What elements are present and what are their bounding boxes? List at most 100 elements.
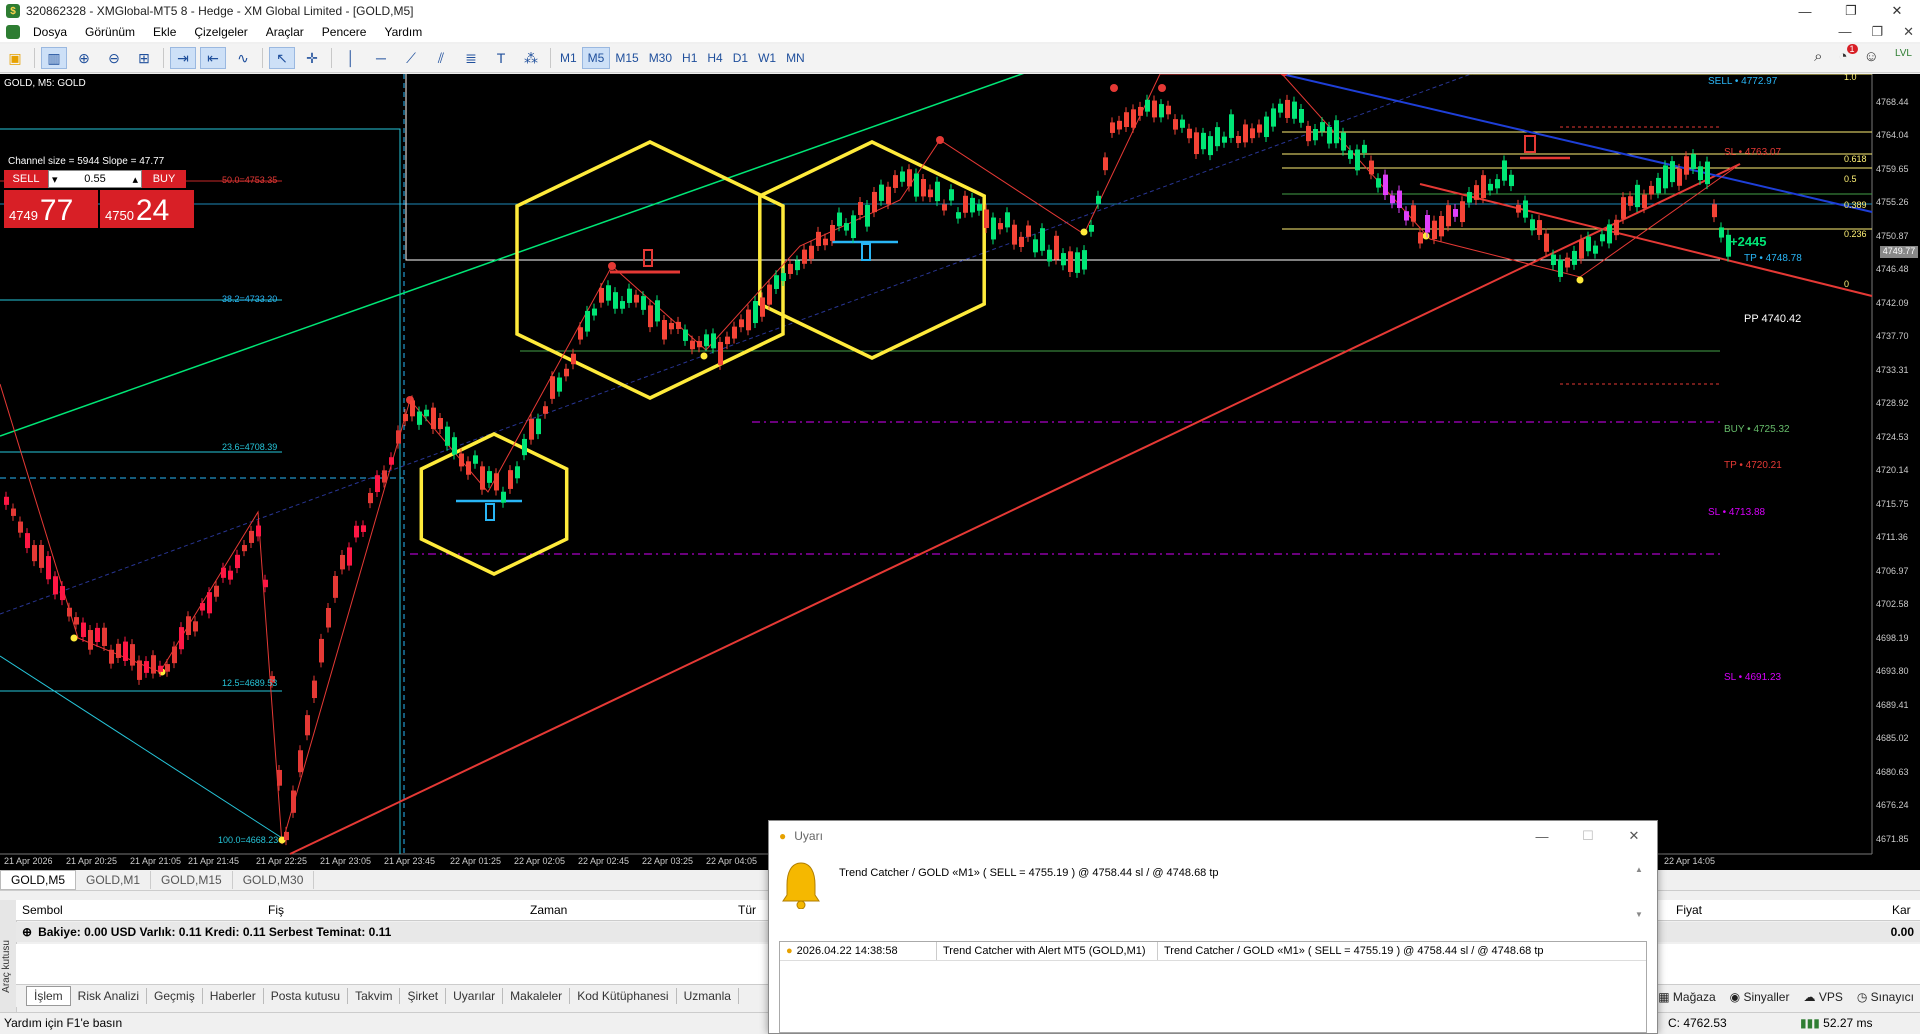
candle-body <box>102 627 107 646</box>
candle-body <box>81 622 86 638</box>
menu-tools[interactable]: Araçlar <box>257 25 313 39</box>
sell-button[interactable]: SELL <box>4 170 48 188</box>
candle-body <box>1355 149 1360 171</box>
buy-price[interactable]: 4750 24 <box>100 190 194 228</box>
col-profit[interactable]: Kar <box>1892 903 1911 917</box>
chart-shift-icon[interactable]: ⇤ <box>200 47 226 69</box>
timeframe-h1[interactable]: H1 <box>677 48 702 68</box>
alert-close-button[interactable]: ✕ <box>1611 821 1657 851</box>
tab-history[interactable]: Geçmiş <box>147 988 203 1004</box>
candle-body <box>928 189 933 198</box>
grid-icon[interactable]: ⊞ <box>131 47 157 69</box>
alert-message-scrollbar[interactable]: ▲ ▼ <box>1635 865 1645 925</box>
crosshair-icon[interactable]: ✛ <box>299 47 325 69</box>
candle-body <box>53 576 58 595</box>
vps-button[interactable]: ☁ VPS <box>1803 990 1842 1004</box>
lot-up-icon[interactable]: ▴ <box>129 173 141 186</box>
shapes-icon[interactable]: ⁂ <box>518 47 544 69</box>
fib-label-50: 50.0=4753.35 <box>222 175 278 185</box>
candle-body <box>998 223 1003 230</box>
menu-insert[interactable]: Ekle <box>144 25 185 39</box>
tab-news[interactable]: Haberler <box>203 988 264 1004</box>
tab-mailbox[interactable]: Posta kutusu <box>264 988 349 1004</box>
alerts-badge: 1 <box>1846 44 1858 54</box>
sell-price[interactable]: 4749 77 <box>4 190 98 228</box>
buy-button[interactable]: BUY <box>142 170 186 188</box>
chart-tab-gold-m30[interactable]: GOLD,M30 <box>233 871 315 889</box>
fibonacci-icon[interactable]: ≣ <box>458 47 484 69</box>
menu-help[interactable]: Yardım <box>375 25 431 39</box>
timeframe-d1[interactable]: D1 <box>728 48 753 68</box>
tab-code-base[interactable]: Kod Kütüphanesi <box>570 988 677 1004</box>
menu-view[interactable]: Görünüm <box>76 25 144 39</box>
balance-expand-icon[interactable]: ⊕ <box>22 925 32 939</box>
algo-trading-icon[interactable]: ▣ <box>2 47 28 69</box>
tab-alerts[interactable]: Uyarılar <box>446 988 504 1004</box>
level-icon[interactable]: LVL <box>1895 48 1912 65</box>
candle-body <box>788 263 793 274</box>
price-chart[interactable]: GOLD, M5: GOLD Channel size = 5944 Slope… <box>0 74 1920 870</box>
zoom-in-icon[interactable]: ⊕ <box>71 47 97 69</box>
menu-window[interactable]: Pencere <box>313 25 376 39</box>
vertical-line-icon[interactable]: │ <box>338 47 364 69</box>
tab-calendar[interactable]: Takvim <box>348 988 401 1004</box>
timeframe-h4[interactable]: H4 <box>702 48 727 68</box>
restore-button[interactable]: ❐ <box>1828 0 1874 22</box>
timeframe-m5[interactable]: M5 <box>581 47 611 69</box>
timeframe-m1[interactable]: M1 <box>555 48 582 68</box>
lot-input[interactable]: ▾ 0.55 ▴ <box>48 170 142 188</box>
candle-body <box>1215 127 1220 147</box>
market-button[interactable]: ▦ Mağaza <box>1658 990 1715 1004</box>
candles-icon[interactable]: ▥ <box>41 47 67 69</box>
candle-body <box>662 320 667 340</box>
account-icon[interactable]: ☺ <box>1864 48 1879 65</box>
timeframe-w1[interactable]: W1 <box>753 48 781 68</box>
timeframe-m30[interactable]: M30 <box>644 48 677 68</box>
cursor-icon[interactable]: ↖ <box>269 47 295 69</box>
autoscroll-icon[interactable]: ⇥ <box>170 47 196 69</box>
lot-down-icon[interactable]: ▾ <box>49 173 61 186</box>
chart-tab-gold-m5[interactable]: GOLD,M5 <box>0 870 77 890</box>
alert-history-row[interactable]: ● 2026.04.22 14:38:58 Trend Catcher with … <box>780 942 1646 961</box>
timeframe-m15[interactable]: M15 <box>610 48 643 68</box>
channel-icon[interactable]: ⫽ <box>428 47 454 69</box>
tab-articles[interactable]: Makaleler <box>503 988 571 1004</box>
chart-tab-gold-m1[interactable]: GOLD,M1 <box>76 871 152 889</box>
menu-charts[interactable]: Çizelgeler <box>185 25 256 39</box>
child-restore-icon[interactable]: ❐ <box>1871 24 1883 40</box>
tester-button[interactable]: ◷ Sınayıcı <box>1857 990 1914 1004</box>
search-icon[interactable]: ⌕ <box>1814 48 1822 65</box>
timeframe-mn[interactable]: MN <box>781 48 810 68</box>
candle-body <box>627 288 632 303</box>
trend-line-icon[interactable]: ⟋ <box>398 47 424 69</box>
tab-experts[interactable]: Uzmanla <box>677 988 739 1004</box>
col-time[interactable]: Zaman <box>530 903 567 917</box>
tab-trade[interactable]: İşlem <box>26 986 71 1006</box>
minimize-button[interactable]: — <box>1782 0 1828 22</box>
indicators-icon[interactable]: ∿ <box>230 47 256 69</box>
tab-company[interactable]: Şirket <box>400 988 447 1004</box>
alert-maximize-button[interactable]: ☐ <box>1565 821 1611 851</box>
col-ticket[interactable]: Fiş <box>268 903 284 917</box>
child-close-icon[interactable]: ✕ <box>1903 24 1914 40</box>
time-tick: 21 Apr 23:45 <box>384 856 436 866</box>
candle-body <box>1418 232 1423 244</box>
price-tick: 4671.85 <box>1876 833 1909 844</box>
child-minimize-icon[interactable]: — <box>1838 24 1851 40</box>
menu-file[interactable]: Dosya <box>24 25 76 39</box>
col-symbol[interactable]: Sembol <box>22 903 63 917</box>
close-button[interactable]: ✕ <box>1874 0 1920 22</box>
notifications-icon[interactable]: ◔ 1 <box>1839 44 1858 65</box>
text-icon[interactable]: T <box>488 47 514 69</box>
swing-low-dot <box>1576 276 1584 284</box>
horizontal-line-icon[interactable]: ─ <box>368 47 394 69</box>
tab-risk-analysis[interactable]: Risk Analizi <box>71 988 148 1004</box>
candle-body <box>207 592 212 614</box>
col-price[interactable]: Fiyat <box>1676 903 1702 917</box>
chart-tab-gold-m15[interactable]: GOLD,M15 <box>151 871 233 889</box>
candle-body <box>438 418 443 430</box>
zoom-out-icon[interactable]: ⊖ <box>101 47 127 69</box>
signals-button[interactable]: ◉ Sinyaller <box>1730 990 1790 1004</box>
alert-minimize-button[interactable]: — <box>1519 821 1565 851</box>
col-type[interactable]: Tür <box>738 903 756 917</box>
